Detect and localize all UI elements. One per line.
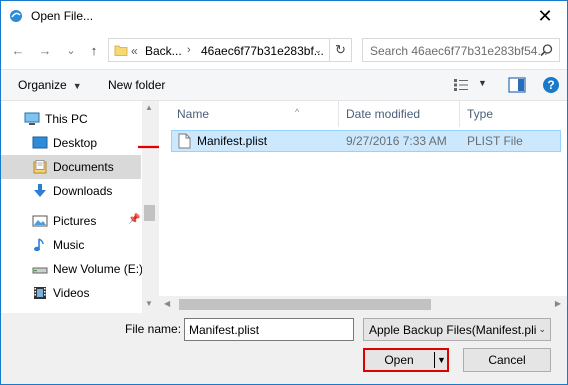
sidebar-item-label: Pictures [53, 214, 97, 228]
sidebar-item-this-pc[interactable]: This PC [1, 107, 141, 131]
scroll-right-icon[interactable]: ▶ [555, 299, 561, 308]
organize-button[interactable]: Organize ▼ [18, 78, 82, 92]
change-view-icon[interactable] [453, 78, 469, 92]
file-type-value: Apple Backup Files(Manifest.pli [369, 323, 537, 337]
horizontal-scrollbar[interactable]: ◀ ▶ [159, 296, 567, 313]
sidebar-item-music[interactable]: Music [1, 233, 141, 257]
split-divider [434, 352, 435, 368]
file-name: Manifest.plist [197, 134, 268, 148]
music-icon [34, 238, 44, 252]
caret-down-icon: ▼ [437, 355, 446, 365]
search-icon [540, 44, 553, 57]
close-button[interactable]: ✕ [523, 1, 567, 31]
sidebar-item-desktop[interactable]: Desktop [1, 131, 141, 155]
up-button[interactable]: ↑ [85, 41, 103, 59]
sidebar-item-label: New Volume (E:) [53, 262, 144, 276]
pictures-icon [32, 215, 48, 227]
refresh-button[interactable]: ↻ [329, 39, 351, 61]
close-icon: ✕ [537, 5, 553, 26]
scrollbar-thumb[interactable] [144, 205, 155, 221]
chevron-down-icon: ⌄ [66, 44, 76, 57]
organize-label: Organize [18, 78, 67, 92]
file-type-select[interactable]: Apple Backup Files(Manifest.pli ⌄ [363, 318, 551, 341]
sidebar-item-label: Desktop [53, 136, 98, 150]
column-header-row: Name ^ Date modified Type [159, 101, 567, 127]
sidebar-item-label: This PC [45, 112, 88, 126]
file-name-input[interactable]: Manifest.plist [184, 318, 354, 341]
recent-locations-button[interactable]: ⌄ [62, 41, 80, 59]
desktop-icon [32, 136, 48, 149]
column-header-date-modified[interactable]: Date modified [346, 107, 420, 121]
column-header-name[interactable]: Name [177, 107, 209, 121]
file-icon [178, 133, 191, 149]
open-label: Open [384, 353, 414, 367]
chevron-down-icon: ⌄ [538, 324, 546, 334]
navigation-pane-scrollbar[interactable]: ▲ ▼ [142, 101, 157, 313]
open-split-button: Open ▼ [363, 348, 449, 372]
sidebar-item-downloads[interactable]: Downloads [1, 179, 141, 203]
sidebar-item-pictures[interactable]: Pictures 📌 [1, 209, 141, 233]
file-list: Name ^ Date modified Type Manifest.plist… [159, 101, 567, 313]
new-folder-button[interactable]: New folder [108, 78, 165, 92]
address-dropdown-button[interactable]: ⌄ [311, 43, 325, 57]
sidebar-item-new-volume[interactable]: New Volume (E:) [1, 257, 144, 281]
sidebar-item-label: Downloads [53, 184, 113, 198]
help-icon[interactable]: ? [543, 77, 559, 93]
sidebar-item-label: Music [53, 238, 85, 252]
documents-icon [33, 160, 47, 174]
download-icon [34, 184, 46, 197]
scrollbar-thumb[interactable] [179, 299, 431, 310]
address-overflow-icon[interactable]: « [131, 44, 138, 58]
drive-icon [32, 267, 48, 274]
search-placeholder: Search 46aec6f77b31e283bf54... [370, 44, 548, 58]
up-arrow-icon: ↑ [90, 42, 98, 58]
pin-icon[interactable]: 📌 [128, 214, 140, 225]
file-name-value: Manifest.plist [189, 323, 260, 337]
sidebar-item-label: Documents [53, 160, 114, 174]
forward-button[interactable]: → [36, 41, 54, 59]
cancel-label: Cancel [488, 353, 526, 367]
forward-arrow-icon: → [38, 42, 52, 58]
help-glyph: ? [547, 78, 555, 92]
views-dropdown-icon[interactable]: ▼ [478, 78, 487, 88]
file-type: PLIST File [467, 134, 523, 148]
file-name-label: File name: [125, 322, 182, 336]
column-header-type[interactable]: Type [467, 107, 493, 121]
back-arrow-icon: ← [11, 42, 25, 58]
column-divider[interactable] [338, 101, 339, 127]
column-divider[interactable] [459, 101, 460, 127]
command-toolbar: Organize ▼ New folder ▼ ? [1, 69, 567, 101]
scroll-up-icon[interactable]: ▲ [145, 103, 153, 112]
app-icon [10, 10, 22, 22]
sidebar-item-videos[interactable]: Videos [1, 281, 141, 305]
sidebar-item-label: Videos [53, 286, 90, 300]
cancel-button[interactable]: Cancel [463, 348, 551, 372]
folder-icon [114, 45, 128, 56]
sidebar-item-documents[interactable]: Documents [1, 155, 141, 179]
chevron-down-icon: ⌄ [314, 44, 322, 55]
address-segment-back[interactable]: Back... [145, 44, 182, 58]
file-row-manifest-plist[interactable]: Manifest.plist 9/27/2016 7:33 AM PLIST F… [171, 130, 561, 152]
title-bar: Open File... ✕ [1, 1, 567, 31]
address-segment-folder[interactable]: 46aec6f77b31e283bf... [201, 44, 324, 58]
open-button[interactable]: Open [365, 350, 433, 370]
preview-pane-icon[interactable] [508, 77, 526, 93]
breadcrumb-separator-icon[interactable]: › [187, 44, 191, 56]
file-date-modified: 9/27/2016 7:33 AM [346, 134, 447, 148]
window-title: Open File... [31, 9, 94, 23]
scroll-down-icon[interactable]: ▼ [145, 299, 153, 308]
navigation-bar: ← → ⌄ ↑ « Back... › 46aec6f77b31e283bf..… [1, 31, 567, 69]
open-options-dropdown[interactable]: ▼ [436, 350, 447, 370]
address-bar[interactable]: « Back... › 46aec6f77b31e283bf... ⌄ ↻ [108, 38, 352, 62]
back-button[interactable]: ← [9, 41, 27, 59]
scroll-left-icon[interactable]: ◀ [164, 299, 170, 308]
navigation-pane: This PC Desktop Documents Downloads Pict… [1, 101, 157, 313]
computer-icon [24, 112, 40, 125]
open-file-dialog: Open File... ✕ ← → ⌄ ↑ « Back... › 46aec… [0, 0, 568, 385]
sort-ascending-icon: ^ [295, 107, 300, 117]
caret-down-icon: ▼ [72, 81, 82, 91]
refresh-icon: ↻ [335, 42, 346, 57]
videos-icon [34, 287, 46, 299]
search-input[interactable]: Search 46aec6f77b31e283bf54... [362, 38, 560, 62]
